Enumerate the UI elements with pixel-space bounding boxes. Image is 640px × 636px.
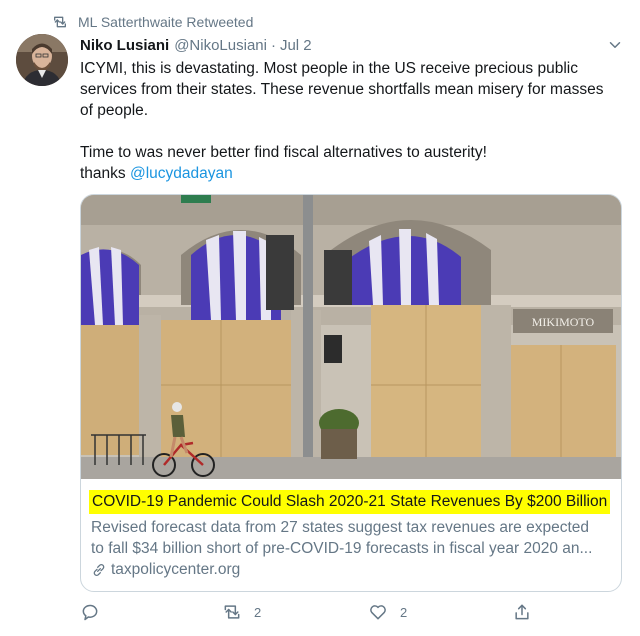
avatar[interactable] [16, 34, 68, 86]
heart-icon [370, 605, 386, 620]
tweet-text-line: of people. [80, 102, 149, 119]
tweet-header: Niko Lusiani @NikoLusiani · Jul 2 [80, 34, 624, 56]
tweet-text-line: Time to was never better find fiscal alt… [80, 144, 487, 161]
card-description-line: Revised forecast data from 27 states sug… [91, 519, 589, 536]
retweet-icon [54, 16, 66, 28]
link-icon [93, 564, 105, 576]
chevron-down-icon[interactable] [606, 36, 624, 54]
card-image[interactable]: MIKIMOTO [81, 195, 621, 479]
tweet-actions: 2 2 [80, 602, 540, 626]
tweet-text-line: ICYMI, this is devastating. Most people … [80, 60, 578, 77]
tweet-date[interactable]: Jul 2 [280, 37, 312, 54]
retweet-icon [224, 605, 240, 619]
card-domain-text: taxpolicycenter.org [111, 561, 241, 578]
link-card[interactable]: MIKIMOTO COVID-19 Pandemic Could Slash 2… [80, 194, 622, 592]
card-title-text: COVID-19 Pandemic Could Slash 2020-21 St… [92, 493, 608, 510]
card-domain[interactable]: taxpolicycenter.org [91, 561, 240, 579]
like-count: 2 [400, 604, 408, 620]
card-description-line: to fall $34 billion short of pre-COVID-1… [91, 540, 593, 557]
retweet-count: 2 [254, 604, 262, 620]
store-sign-text: MIKIMOTO [532, 315, 595, 329]
reply-icon [82, 604, 98, 621]
tweet-text-thanks-line: thanks @lucydadayan [80, 163, 620, 184]
author-handle[interactable]: @NikoLusiani [174, 37, 267, 54]
share-button[interactable] [512, 602, 532, 622]
card-title[interactable]: COVID-19 Pandemic Could Slash 2020-21 St… [89, 490, 611, 514]
card-description: Revised forecast data from 27 states sug… [91, 517, 613, 559]
like-button[interactable]: 2 [368, 602, 407, 622]
retweeted-by-label: ML Satterthwaite Retweeted [78, 14, 254, 30]
tweet-text-line: services from their states. These revenu… [80, 81, 604, 98]
mention-link[interactable]: @lucydadayan [130, 165, 233, 182]
share-icon [515, 604, 529, 620]
tweet-text: ICYMI, this is devastating. Most people … [80, 58, 620, 184]
thanks-text: thanks [80, 165, 130, 182]
reply-button[interactable] [80, 602, 100, 622]
author-name[interactable]: Niko Lusiani [80, 37, 169, 54]
retweet-indicator[interactable]: ML Satterthwaite Retweeted [52, 12, 253, 32]
separator-dot: · [270, 36, 276, 54]
retweet-button[interactable]: 2 [222, 602, 261, 622]
